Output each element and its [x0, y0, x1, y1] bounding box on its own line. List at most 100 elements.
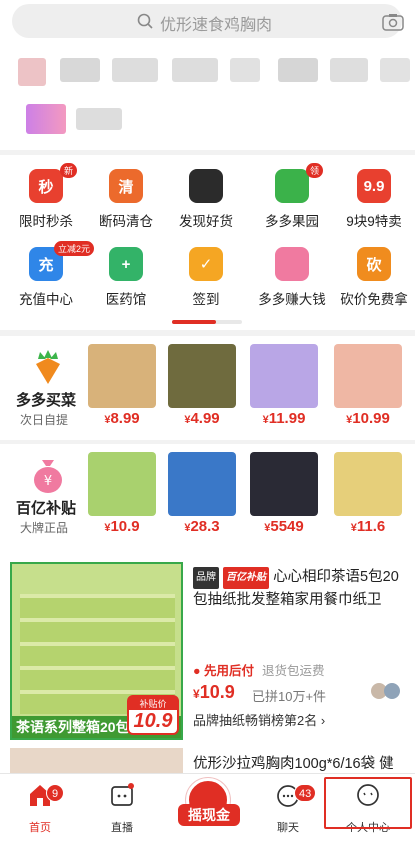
product-image[interactable]: 茶语系列整箱20包 补贴价 10.9	[10, 562, 183, 740]
chat-badge: 43	[294, 784, 317, 802]
brand-badge: 品牌	[193, 567, 219, 589]
top-header: 优形速食鸡胸肉	[0, 0, 415, 150]
promo-item-price: ¥10.99	[332, 410, 404, 427]
category-label: 签到	[192, 292, 220, 307]
category-label: 医药馆	[105, 292, 147, 307]
promo-item[interactable]: ¥10.9	[86, 452, 158, 535]
tab-chat-label: 聊天	[277, 822, 299, 834]
image-price: 10.9	[133, 710, 173, 732]
promo-item-image	[250, 452, 318, 516]
tab-shake-cash[interactable]: 摇现金	[178, 778, 240, 836]
category-label: 断码清仓	[99, 214, 153, 229]
promo-item[interactable]: ¥11.99	[248, 344, 320, 427]
category-tag: 领	[306, 163, 324, 178]
product-title: 品牌 百亿补贴 心心相印茶语5包20包抽纸批发整箱家用餐巾纸卫	[193, 566, 405, 611]
promo-item[interactable]: ¥5549	[248, 452, 320, 535]
image-price-label: 补贴价	[129, 697, 177, 710]
medical-kit-icon: +	[109, 247, 143, 281]
promo-item[interactable]: ¥28.3	[166, 452, 238, 535]
tab-shake-label: 摇现金	[178, 804, 240, 826]
price-value: 28.3	[190, 518, 220, 535]
tab-live[interactable]: 直播	[92, 782, 152, 835]
price-value: 10.99	[352, 410, 390, 427]
sold-count: 已拼10万+件	[252, 689, 327, 704]
calendar-check-icon: ✓	[189, 247, 223, 281]
tree-icon	[275, 169, 309, 203]
category-item[interactable]: 多多赚大钱	[252, 247, 332, 308]
promo-item-price: ¥10.9	[86, 518, 158, 535]
price-value: 5549	[270, 518, 304, 535]
tv-icon	[111, 783, 134, 806]
price-value: 4.99	[190, 410, 220, 427]
tab-home[interactable]: 9 首页	[10, 782, 70, 835]
bargain-icon: 砍	[357, 247, 391, 281]
category-label: 充值中心	[19, 292, 73, 307]
promo-row-subsidy[interactable]: ¥ 百亿补贴 大牌正品 ¥10.9 ¥28.3 ¥5549 ¥11.6	[0, 444, 415, 548]
ranking-link[interactable]: 品牌抽纸畅销榜第2名 ›	[193, 710, 325, 729]
promo-item-price: ¥4.99	[166, 410, 238, 427]
search-bar[interactable]: 优形速食鸡胸肉	[12, 4, 404, 38]
promo-row-grocery[interactable]: 多多买菜 次日自提 ¥8.99 ¥4.99 ¥11.99 ¥10.99	[0, 336, 415, 440]
promo-item[interactable]: ¥4.99	[166, 344, 238, 427]
category-item[interactable]: 清断码清仓	[86, 169, 166, 230]
camera-icon[interactable]	[382, 13, 404, 31]
category-label: 9块9特卖	[346, 214, 402, 229]
svg-text:¥: ¥	[44, 474, 52, 489]
category-label: 多多果园	[265, 214, 319, 229]
category-item[interactable]: 砍砍价免费拿	[334, 247, 414, 308]
category-item[interactable]: 秒新限时秒杀	[6, 163, 86, 230]
search-placeholder: 优形速食鸡胸肉	[160, 17, 273, 34]
flash-sale-icon: 秒	[29, 169, 63, 203]
pay-later-label: ● 先用后付	[193, 664, 255, 678]
promo-item-price: ¥5549	[248, 518, 320, 535]
promo-item[interactable]: ¥8.99	[86, 344, 158, 427]
category-item[interactable]: 发现好货	[166, 169, 246, 230]
promo-item-image	[168, 452, 236, 516]
pay-later-text: 先用后付	[204, 664, 255, 678]
category-label: 多多赚大钱	[258, 292, 326, 307]
price-value: 8.99	[110, 410, 140, 427]
category-item[interactable]: ✓ 签到	[166, 247, 246, 308]
category-tag: 新	[60, 163, 78, 178]
subsidy-badge: 百亿补贴	[223, 567, 270, 589]
promo-title: 百亿补贴	[16, 500, 77, 517]
promo-item-image	[168, 344, 236, 408]
promo-item-image	[334, 344, 402, 408]
image-price-box: 补贴价 10.9	[127, 695, 179, 735]
category-item[interactable]: 充立减2元 充值中心	[6, 241, 95, 308]
category-scroll-indicator	[172, 320, 242, 324]
ninenine-icon: 9.9	[357, 169, 391, 203]
tab-chat[interactable]: 43 聊天	[258, 782, 318, 835]
category-item[interactable]: 9.9 9块9特卖	[334, 169, 414, 230]
promo-item-price: ¥28.3	[166, 518, 238, 535]
home-badge: 9	[46, 784, 64, 802]
return-fee-label: 退货包运费	[262, 664, 325, 678]
profile-highlight-box	[324, 777, 412, 829]
tab-live-label: 直播	[111, 822, 133, 834]
price-value: 10.9	[199, 682, 235, 702]
category-item[interactable]: + 医药馆	[86, 247, 166, 308]
category-label: 发现好货	[179, 214, 233, 229]
product-card[interactable]: 茶语系列整箱20包 补贴价 10.9 品牌 百亿补贴 心心相印茶语5包20包抽纸…	[0, 548, 415, 748]
product-price: ¥10.9	[193, 682, 235, 703]
promo-subtitle: 次日自提	[20, 413, 69, 427]
carrot-icon	[36, 350, 60, 384]
promo-title: 多多买菜	[16, 392, 77, 409]
category-label: 砍价免费拿	[340, 292, 408, 307]
promo-item-image	[88, 344, 156, 408]
piggy-bank-icon	[275, 247, 309, 281]
price-value: 11.99	[268, 410, 306, 427]
promo-item-image	[334, 452, 402, 516]
category-label: 限时秒杀	[19, 214, 73, 229]
price-symbol: ¥	[193, 687, 200, 701]
promo-item[interactable]: ¥11.6	[332, 452, 404, 535]
search-icon	[137, 13, 153, 29]
tab-home-label: 首页	[29, 822, 51, 834]
promo-item-image	[250, 344, 318, 408]
category-item[interactable]: 领多多果园	[252, 163, 332, 230]
price-value: 10.9	[110, 518, 140, 535]
money-bag-icon: ¥	[34, 460, 62, 493]
promo-item[interactable]: ¥10.99	[332, 344, 404, 427]
price-value: 11.6	[356, 518, 386, 535]
diamond-icon	[189, 169, 223, 203]
